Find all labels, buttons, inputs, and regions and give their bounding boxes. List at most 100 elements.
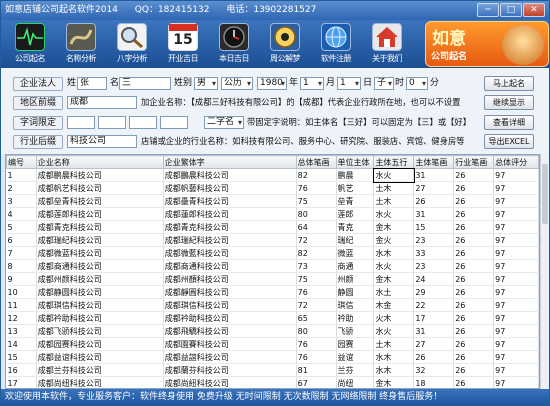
table-cell[interactable]: 成都靜圓科技公司 (163, 285, 297, 299)
column-header[interactable]: 单位主体 (335, 155, 375, 169)
birth-month-select[interactable]: 1 (300, 77, 324, 90)
table-cell[interactable]: 成都園賽科技公司 (163, 337, 297, 351)
table-cell[interactable]: 76 (296, 181, 337, 195)
table-cell[interactable]: 衿助 (336, 311, 375, 325)
column-header[interactable]: 主体五行 (373, 155, 415, 169)
table-cell[interactable]: 75 (296, 272, 337, 286)
table-cell[interactable]: 82 (296, 168, 337, 182)
table-cell[interactable]: 26 (453, 363, 495, 377)
birth-year-select[interactable]: 1980 (257, 77, 287, 90)
table-cell[interactable]: 土木 (373, 337, 415, 351)
continue-display-button[interactable]: 继续显示 (484, 95, 534, 110)
birth-minute-select[interactable]: 0 (406, 77, 428, 90)
table-cell[interactable]: 成都飛驕科技公司 (163, 324, 297, 338)
table-cell[interactable]: 成都鵬晨科技公司 (163, 168, 297, 182)
table-cell[interactable]: 82 (296, 246, 337, 260)
table-row[interactable]: 5 成都青克科技公司 成都青克科技公司 64 青克 金木 15 26 97 (6, 220, 539, 234)
table-cell[interactable]: 水火 (373, 207, 415, 221)
table-cell[interactable]: 成都州顏科技公司 (163, 272, 297, 286)
view-detail-button[interactable]: 查看详细 (484, 115, 534, 130)
fixed-char-input-2[interactable] (98, 116, 126, 129)
table-cell[interactable]: 水火 (372, 167, 415, 183)
fixed-char-input-1[interactable] (67, 116, 95, 129)
table-cell[interactable]: 成都壘青科技公司 (163, 194, 297, 208)
table-row[interactable]: 10 成都静圆科技公司 成都靜圓科技公司 76 静圆 水土 29 26 97 (6, 285, 539, 299)
calendar-type-select[interactable]: 公历 (221, 77, 253, 90)
table-cell[interactable]: 14 (6, 337, 37, 351)
close-button[interactable]: ✕ (523, 3, 545, 17)
table-cell[interactable]: 26 (413, 350, 455, 364)
table-cell[interactable]: 31 (413, 324, 455, 338)
table-cell[interactable]: 26 (453, 376, 495, 388)
table-cell[interactable]: 97 (493, 272, 539, 286)
table-cell[interactable]: 成都瑞纪科技公司 (36, 233, 164, 247)
table-row[interactable]: 11 成都琪信科技公司 成都琪信科技公司 72 琪信 木金 22 26 97 (6, 298, 539, 312)
table-cell[interactable]: 26 (453, 181, 495, 195)
table-row[interactable]: 13 成都飞骄科技公司 成都飛驕科技公司 80 飞骄 水火 31 26 97 (6, 324, 539, 338)
table-cell[interactable]: 青克 (336, 220, 375, 234)
table-row[interactable]: 16 成都兰芬科技公司 成都蘭芬科技公司 81 兰芬 水木 32 26 97 (6, 363, 539, 377)
tool-about[interactable]: 关于我们 (364, 23, 410, 67)
table-cell[interactable]: 11 (6, 298, 37, 312)
table-cell[interactable]: 72 (296, 233, 337, 247)
table-cell[interactable]: 80 (296, 207, 337, 221)
table-cell[interactable]: 97 (493, 311, 539, 325)
table-cell[interactable]: 73 (296, 259, 337, 273)
start-naming-button[interactable]: 马上起名 (484, 76, 534, 91)
table-cell[interactable]: 27 (413, 337, 455, 351)
scrollbar-thumb[interactable] (542, 164, 548, 224)
table-cell[interactable]: 13 (6, 324, 37, 338)
table-row[interactable]: 15 成都益谊科技公司 成都益誼科技公司 76 益谊 水木 26 26 97 (6, 350, 539, 364)
table-row[interactable]: 7 成都微蓝科技公司 成都微藍科技公司 82 微蓝 水木 33 26 97 (6, 246, 539, 260)
table-cell[interactable]: 97 (493, 350, 539, 364)
table-cell[interactable]: 成都静圆科技公司 (36, 285, 164, 299)
table-cell[interactable]: 成都州颜科技公司 (36, 272, 164, 286)
table-cell[interactable]: 22 (413, 298, 455, 312)
gender-select[interactable]: 男 (194, 77, 218, 90)
table-cell[interactable]: 成都琪信科技公司 (36, 298, 164, 312)
table-cell[interactable]: 26 (453, 298, 495, 312)
tool-today-day[interactable]: 本日吉日 (211, 23, 257, 67)
table-cell[interactable]: 80 (296, 324, 337, 338)
table-cell[interactable]: 土木 (373, 181, 415, 195)
table-cell[interactable]: 木金 (373, 298, 415, 312)
table-cell[interactable]: 1 (6, 168, 37, 182)
table-cell[interactable]: 成都飞骄科技公司 (36, 324, 164, 338)
table-cell[interactable]: 成都衿助科技公司 (163, 311, 297, 325)
table-cell[interactable]: 成都尚纽科技公司 (36, 376, 164, 388)
table-cell[interactable]: 15 (413, 220, 455, 234)
table-cell[interactable]: 帆艺 (336, 181, 375, 195)
table-row[interactable]: 2 成都帆艺科技公司 成都帆藝科技公司 76 帆艺 土木 27 26 97 (6, 181, 539, 195)
table-row[interactable]: 8 成都商通科技公司 成都商通科技公司 73 商通 水火 23 26 97 (6, 259, 539, 273)
birth-hour-select[interactable]: 子 (374, 77, 394, 90)
table-cell[interactable]: 97 (493, 376, 539, 388)
table-cell[interactable]: 33 (413, 246, 455, 260)
table-cell[interactable]: 10 (6, 285, 37, 299)
table-cell[interactable]: 97 (493, 194, 539, 208)
table-cell[interactable]: 2 (6, 181, 37, 195)
table-cell[interactable]: 成都瑞紀科技公司 (163, 233, 297, 247)
table-cell[interactable]: 16 (6, 363, 37, 377)
table-cell[interactable]: 瑞纪 (336, 233, 375, 247)
table-cell[interactable]: 微蓝 (336, 246, 375, 260)
table-cell[interactable]: 成都青克科技公司 (36, 220, 164, 234)
column-header[interactable]: 企业繁体字 (162, 155, 297, 169)
table-cell[interactable]: 成都商通科技公司 (163, 259, 297, 273)
table-cell[interactable]: 水火 (373, 324, 415, 338)
tool-name-analysis[interactable]: 名称分析 (58, 23, 104, 67)
table-cell[interactable]: 9 (6, 272, 37, 286)
table-cell[interactable]: 26 (453, 259, 495, 273)
table-cell[interactable]: 97 (493, 168, 539, 182)
table-cell[interactable]: 26 (453, 220, 495, 234)
table-cell[interactable]: 81 (296, 363, 337, 377)
table-cell[interactable]: 琪信 (336, 298, 375, 312)
table-cell[interactable]: 97 (493, 298, 539, 312)
table-cell[interactable]: 商通 (336, 259, 375, 273)
table-cell[interactable]: 成都微藍科技公司 (163, 246, 297, 260)
table-cell[interactable]: 31 (413, 207, 455, 221)
table-cell[interactable]: 飞骄 (336, 324, 375, 338)
table-cell[interactable]: 8 (6, 259, 37, 273)
table-cell[interactable]: 31 (413, 168, 455, 182)
table-cell[interactable]: 23 (413, 233, 455, 247)
minimize-button[interactable]: ─ (477, 3, 499, 17)
